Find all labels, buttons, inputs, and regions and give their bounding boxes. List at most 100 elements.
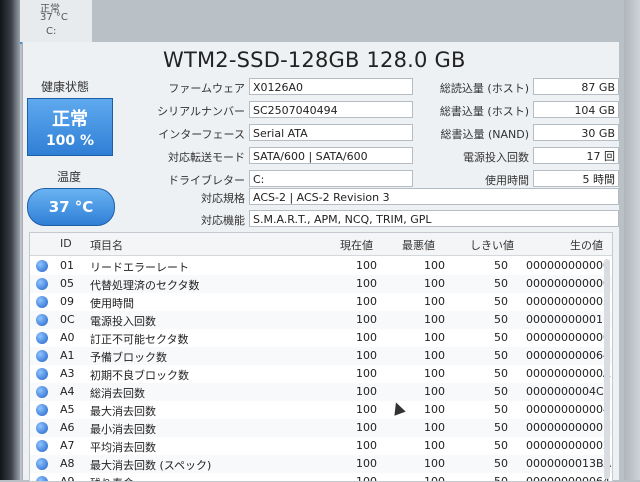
cell-name: 最小消去回数 xyxy=(90,423,156,436)
status-dot-icon xyxy=(36,476,48,481)
table-row[interactable]: 09 使用時間 100 100 50 000000000005 xyxy=(30,293,612,311)
header-worst[interactable]: 最悪値 xyxy=(402,237,435,253)
cell-name: 最大消去回数 (スペック) xyxy=(90,459,212,472)
health-percent: 100 % xyxy=(45,133,95,149)
table-row[interactable]: A7 平均消去回数 100 100 50 000000000002 xyxy=(30,437,612,455)
header-raw[interactable]: 生の値 xyxy=(570,237,603,253)
drive-title: WTM2-SSD-128GB 128.0 GB xyxy=(163,48,466,72)
table-row[interactable]: A4 総消去回数 100 100 50 0000000004C5 xyxy=(30,383,612,401)
header-current[interactable]: 現在値 xyxy=(340,237,373,253)
cell-current: 100 xyxy=(356,385,377,398)
cell-current: 100 xyxy=(356,331,377,344)
cell-worst: 100 xyxy=(424,457,445,470)
cell-id: 05 xyxy=(60,277,74,290)
cell-threshold: 50 xyxy=(494,277,508,290)
info-value: SC2507040494 xyxy=(249,101,413,118)
stat-label: 使用時間 xyxy=(485,174,529,187)
cell-worst: 100 xyxy=(424,385,445,398)
cell-id: A7 xyxy=(60,439,75,452)
table-row[interactable]: 01 リードエラーレート 100 100 50 000000000000 xyxy=(30,257,612,275)
crystaldiskinfo-window: WTM2-SSD-128GB 128.0 GB 健康状態 正常 100 % 温度… xyxy=(22,42,619,482)
stat-label: 総読込量 (ホスト) xyxy=(439,82,529,95)
health-status: 正常 xyxy=(52,109,88,130)
cell-current: 100 xyxy=(356,475,377,482)
header-id[interactable]: ID xyxy=(60,237,72,250)
cell-id: A6 xyxy=(60,421,75,434)
cell-id: 01 xyxy=(60,259,74,272)
table-row[interactable]: 05 代替処理済のセクタ数 100 100 50 000000000000 xyxy=(30,275,612,293)
temperature-label: 温度 xyxy=(57,170,82,184)
info-label: 対応転送モード xyxy=(168,151,245,164)
cell-threshold: 50 xyxy=(494,349,508,362)
screen-bezel-left xyxy=(0,0,20,480)
status-dot-icon xyxy=(36,404,48,416)
cell-current: 100 xyxy=(356,259,377,272)
stat-value: 17 回 xyxy=(533,147,619,164)
header-threshold[interactable]: しきい値 xyxy=(470,237,514,253)
cell-threshold: 50 xyxy=(494,475,508,482)
standard-value: ACS-2 | ACS-2 Revision 3 xyxy=(249,188,619,205)
features-value: S.M.A.R.T., APM, NCQ, TRIM, GPL xyxy=(249,210,619,227)
status-dot-icon xyxy=(36,440,48,452)
cell-raw: 00000000000A xyxy=(526,367,611,380)
cell-raw: 0000000004C5 xyxy=(526,385,611,398)
cell-name: 使用時間 xyxy=(90,297,134,310)
cell-worst: 100 xyxy=(424,313,445,326)
table-row[interactable]: A8 最大消去回数 (スペック) 100 100 50 0000000013BA xyxy=(30,455,612,473)
table-row[interactable]: A6 最小消去回数 100 100 50 000000000001 xyxy=(30,419,612,437)
cell-current: 100 xyxy=(356,421,377,434)
info-value: C: xyxy=(249,170,413,187)
health-status-badge[interactable]: 正常 100 % xyxy=(27,98,113,156)
info-value: X0126A0 xyxy=(249,78,413,95)
table-row[interactable]: 0C 電源投入回数 100 100 50 000000000011 xyxy=(30,311,612,329)
features-label: 対応機能 xyxy=(201,214,245,227)
cell-raw: 000000000005 xyxy=(526,295,610,308)
table-row[interactable]: A9 残り寿命 100 100 50 000000000064 xyxy=(30,473,612,482)
cell-threshold: 50 xyxy=(494,367,508,380)
info-value: SATA/600 | SATA/600 xyxy=(249,147,413,164)
previous-drive-tab[interactable]: 正常 37 °C C: xyxy=(20,0,92,44)
smart-table: ID 項目名 現在値 最悪値 しきい値 生の値 01 リードエラーレート 100 10… xyxy=(29,232,613,482)
cell-threshold: 50 xyxy=(494,331,508,344)
cell-current: 100 xyxy=(356,295,377,308)
table-row[interactable]: A3 初期不良ブロック数 100 100 50 00000000000A xyxy=(30,365,612,383)
cell-name: 初期不良ブロック数 xyxy=(90,369,189,382)
cell-worst: 100 xyxy=(424,295,445,308)
stat-label: 電源投入回数 xyxy=(463,151,529,164)
cell-current: 100 xyxy=(356,403,377,416)
standard-label: 対応規格 xyxy=(201,192,245,205)
cell-worst: 100 xyxy=(424,367,445,380)
cell-worst: 100 xyxy=(424,259,445,272)
cell-current: 100 xyxy=(356,277,377,290)
temperature-badge[interactable]: 37 °C xyxy=(27,188,115,226)
table-row[interactable]: A5 最大消去回数 100 100 50 000000000004 xyxy=(30,401,612,419)
cell-raw: 000000000001 xyxy=(526,421,610,434)
cell-threshold: 50 xyxy=(494,403,508,416)
cell-id: 09 xyxy=(60,295,74,308)
cell-raw: 000000000004 xyxy=(526,403,610,416)
stat-value: 104 GB xyxy=(533,101,619,118)
cell-worst: 100 xyxy=(424,421,445,434)
cell-name: 残り寿命 xyxy=(90,475,134,481)
cell-id: A0 xyxy=(60,331,75,344)
cell-name: リードエラーレート xyxy=(90,261,189,274)
cell-raw: 000000000002 xyxy=(526,439,610,452)
cell-id: A1 xyxy=(60,349,75,362)
cell-worst: 100 xyxy=(424,403,445,416)
cell-current: 100 xyxy=(356,313,377,326)
cell-threshold: 50 xyxy=(494,421,508,434)
info-label: シリアルナンバー xyxy=(157,105,245,118)
header-name[interactable]: 項目名 xyxy=(90,237,123,253)
cell-id: 0C xyxy=(60,313,75,326)
status-dot-icon xyxy=(36,368,48,380)
cell-name: 総消去回数 xyxy=(90,387,145,400)
table-row[interactable]: A1 予備ブロック数 100 100 50 000000000064 xyxy=(30,347,612,365)
cell-worst: 100 xyxy=(424,277,445,290)
cell-worst: 100 xyxy=(424,331,445,344)
info-label: ファームウェア xyxy=(168,82,245,95)
cell-threshold: 50 xyxy=(494,385,508,398)
table-row[interactable]: A0 訂正不可能セクタ数 100 100 50 000000000000 xyxy=(30,329,612,347)
table-scrollbar[interactable] xyxy=(604,259,610,479)
status-dot-icon xyxy=(36,296,48,308)
cell-raw: 000000000000 xyxy=(526,259,610,272)
